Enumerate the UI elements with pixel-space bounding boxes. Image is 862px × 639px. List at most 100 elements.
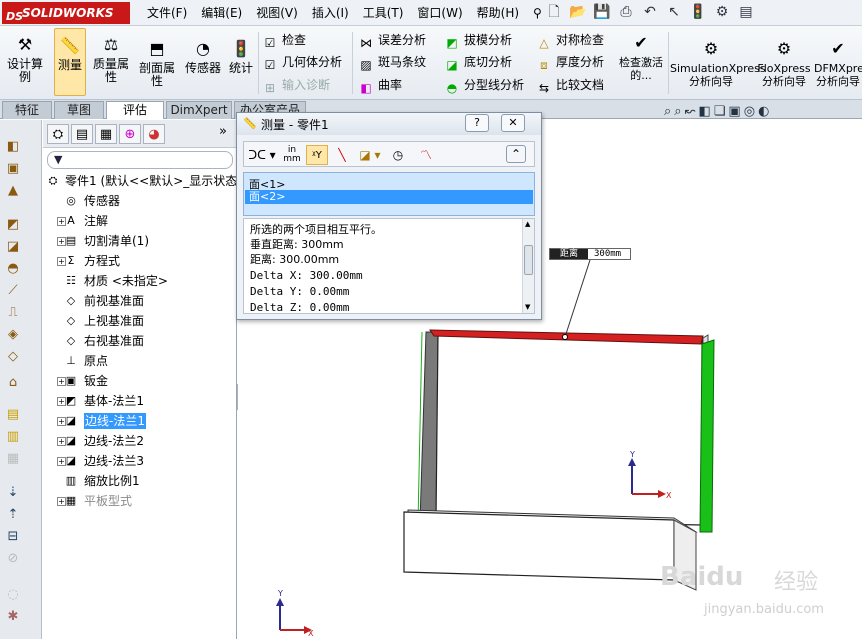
tree-item[interactable]: + ◪ 边线-法兰1 xyxy=(43,411,237,431)
tree-item[interactable]: + A 注解 xyxy=(43,211,237,231)
tree-item[interactable]: + ◩ 基体-法兰1 xyxy=(43,391,237,411)
zoom-fit-icon[interactable]: ⌕ xyxy=(664,104,671,124)
tree-item[interactable]: + Σ 方程式 xyxy=(43,251,237,271)
sheet-metal-tool-icon[interactable]: ◧ xyxy=(4,138,22,156)
forming-tool-icon[interactable]: ⊟ xyxy=(4,528,22,546)
miter-flange-tool-icon[interactable]: ◪ xyxy=(4,238,22,256)
deviation-analysis-button[interactable]: ⋈ 误差分析 xyxy=(358,30,426,50)
menu-window[interactable]: 窗口(W) xyxy=(410,0,469,26)
appearance-icon[interactable]: ◐ xyxy=(758,104,769,124)
import-diagnostics-button[interactable]: ⊞ 输入诊断 xyxy=(262,75,330,95)
measure-button[interactable]: 📏 测量 xyxy=(54,28,86,96)
tab-features[interactable]: 特征 xyxy=(2,101,52,119)
scroll-thumb[interactable] xyxy=(524,245,533,275)
left-flange[interactable] xyxy=(419,331,439,523)
extruded-cut-tool-icon[interactable]: ⊘ xyxy=(4,550,22,568)
base-front-face[interactable] xyxy=(403,511,675,581)
collapse-dialog-button[interactable]: ⌃ xyxy=(506,145,526,163)
undo-icon[interactable]: ↶ xyxy=(640,2,660,22)
selected-face-2[interactable] xyxy=(699,339,715,533)
convert-tool-icon[interactable]: ▲ xyxy=(4,182,22,200)
tree-item[interactable]: + ◪ 边线-法兰3 xyxy=(43,451,237,471)
cross-break-tool-icon[interactable]: ◈ xyxy=(4,326,22,344)
draft-analysis-button[interactable]: ◩ 拔模分析 xyxy=(444,30,512,50)
curvature-button[interactable]: ◧ 曲率 xyxy=(358,75,402,95)
hem-tool-icon[interactable]: ◓ xyxy=(4,260,22,278)
arc-circle-options-icon[interactable]: ᑐᑕ ▾ xyxy=(248,145,276,165)
fold-tool-icon[interactable]: ▥ xyxy=(4,428,22,446)
symmetry-check-button[interactable]: △ 对称检查 xyxy=(536,30,604,50)
menu-tools[interactable]: 工具(T) xyxy=(356,0,411,26)
help-button[interactable]: ? xyxy=(465,114,489,132)
menu-insert[interactable]: 插入(I) xyxy=(305,0,356,26)
scroll-up-icon[interactable]: ▲ xyxy=(525,220,530,228)
edge-flange-tool-icon[interactable]: ◩ xyxy=(4,216,22,234)
expand-panel-icon[interactable]: » xyxy=(219,124,227,139)
selection-list[interactable]: 面<1> 面<2> xyxy=(243,172,535,216)
close-button[interactable]: ✕ xyxy=(501,114,525,132)
undercut-analysis-button[interactable]: ◪ 底切分析 xyxy=(444,52,512,72)
measure-title-bar[interactable]: 📏 测量 - 零件1 ? ✕ xyxy=(237,113,541,135)
zebra-stripes-button[interactable]: ▨ 斑马条纹 xyxy=(358,52,426,72)
section-view-icon[interactable]: ◧ xyxy=(698,104,710,124)
tree-item[interactable]: + ◪ 边线-法兰2 xyxy=(43,431,237,451)
tab-sketch[interactable]: 草图 xyxy=(54,101,104,119)
file-properties-icon[interactable]: ▤ xyxy=(736,2,756,22)
menu-view[interactable]: 视图(V) xyxy=(249,0,305,26)
point-to-point-icon[interactable]: ╲ xyxy=(332,145,352,165)
base-flange-tool-icon[interactable]: ▣ xyxy=(4,160,22,178)
zoom-area-icon[interactable]: ⌕ xyxy=(674,104,681,124)
projection-options-icon[interactable]: ◪ ▾ xyxy=(356,145,384,165)
tree-item[interactable]: ⛭ 零件1 (默认<<默认>_显示状态 xyxy=(43,171,238,191)
view-orientation-icon[interactable]: ❏ xyxy=(714,104,726,124)
display-style-icon[interactable]: ▣ xyxy=(728,104,740,124)
geometry-analysis-button[interactable]: ☑ 几何体分析 xyxy=(262,52,342,72)
closed-corner-tool-icon[interactable]: ◇ xyxy=(4,348,22,366)
tree-item[interactable]: + ▤ 切割清单(1) xyxy=(43,231,237,251)
display-manager-tab-icon[interactable]: ◕ xyxy=(143,124,165,144)
options-icon[interactable]: ⚙ xyxy=(712,2,732,22)
solidworks-logo[interactable]: DS SOLIDWORKS xyxy=(2,2,130,24)
no-bends-tool-icon[interactable]: ⇣ xyxy=(4,484,22,502)
thickness-analysis-button[interactable]: ⧈ 厚度分析 xyxy=(536,52,604,72)
previous-view-icon[interactable]: ↜ xyxy=(685,104,696,124)
hide-show-icon[interactable]: ◎ xyxy=(744,104,755,124)
new-icon[interactable]: 🗋 xyxy=(544,2,564,22)
parting-line-analysis-button[interactable]: ◓ 分型线分析 xyxy=(444,75,524,95)
units-button[interactable]: in mm xyxy=(282,145,302,165)
property-manager-tab-icon[interactable]: ▤ xyxy=(71,124,93,144)
simulationxpress-button[interactable]: ⚙ SimulationXpress 分析向导 xyxy=(670,38,766,88)
tab-evaluate[interactable]: 评估 xyxy=(106,101,164,119)
unfold-tool-icon[interactable]: ▤ xyxy=(4,406,22,424)
tree-item[interactable]: + ▦ 平板型式 xyxy=(43,491,237,511)
feature-tree-tab-icon[interactable]: ⛭ xyxy=(47,124,69,144)
design-study-button[interactable]: ⚒ 设计算例 xyxy=(4,34,46,84)
tree-item[interactable]: ⊥ 原点 xyxy=(43,351,237,371)
tree-filter-input[interactable]: ▼ xyxy=(47,151,233,169)
save-icon[interactable]: 💾 xyxy=(592,2,612,22)
open-icon[interactable]: 📂 xyxy=(568,2,588,22)
menu-file[interactable]: 文件(F) xyxy=(140,0,194,26)
xyz-measure-icon[interactable]: ᵡY xyxy=(306,145,328,165)
dimxpert-tab-icon[interactable]: ⊕ xyxy=(119,124,141,144)
simple-hole-tool-icon[interactable]: ◌ xyxy=(4,586,22,604)
dfmxpress-button[interactable]: ✔ DFMXpress 分析向导 xyxy=(814,38,862,88)
floxpress-button[interactable]: ⚙ FloXpress 分析向导 xyxy=(756,38,812,88)
create-sensor-icon[interactable]: 〽 xyxy=(416,145,436,165)
section-properties-button[interactable]: ⬒ 剖面属性 xyxy=(136,38,178,88)
back-panel-face[interactable] xyxy=(435,333,703,526)
tree-item[interactable]: ◎ 传感器 xyxy=(43,191,237,211)
configuration-tab-icon[interactable]: ▦ xyxy=(95,124,117,144)
tree-item[interactable]: ☷ 材质 <未指定> xyxy=(43,271,237,291)
scroll-down-icon[interactable]: ▼ xyxy=(525,303,530,311)
rip-tool-icon[interactable]: ⇡ xyxy=(4,506,22,524)
statistics-button[interactable]: 🚦 统计 xyxy=(226,38,256,75)
sensor-button[interactable]: ◔ 传感器 xyxy=(182,38,224,75)
tree-item[interactable]: ◇ 前视基准面 xyxy=(43,291,237,311)
rebuild-icon[interactable]: 🚦 xyxy=(688,2,708,22)
results-scrollbar[interactable]: ▲ ▼ xyxy=(522,219,534,313)
vent-tool-icon[interactable]: ✱ xyxy=(4,608,22,626)
compare-documents-button[interactable]: ⇆ 比较文档 xyxy=(536,75,604,95)
weld-corner-tool-icon[interactable]: ⌂ xyxy=(4,374,22,392)
tree-item[interactable]: ◇ 右视基准面 xyxy=(43,331,237,351)
